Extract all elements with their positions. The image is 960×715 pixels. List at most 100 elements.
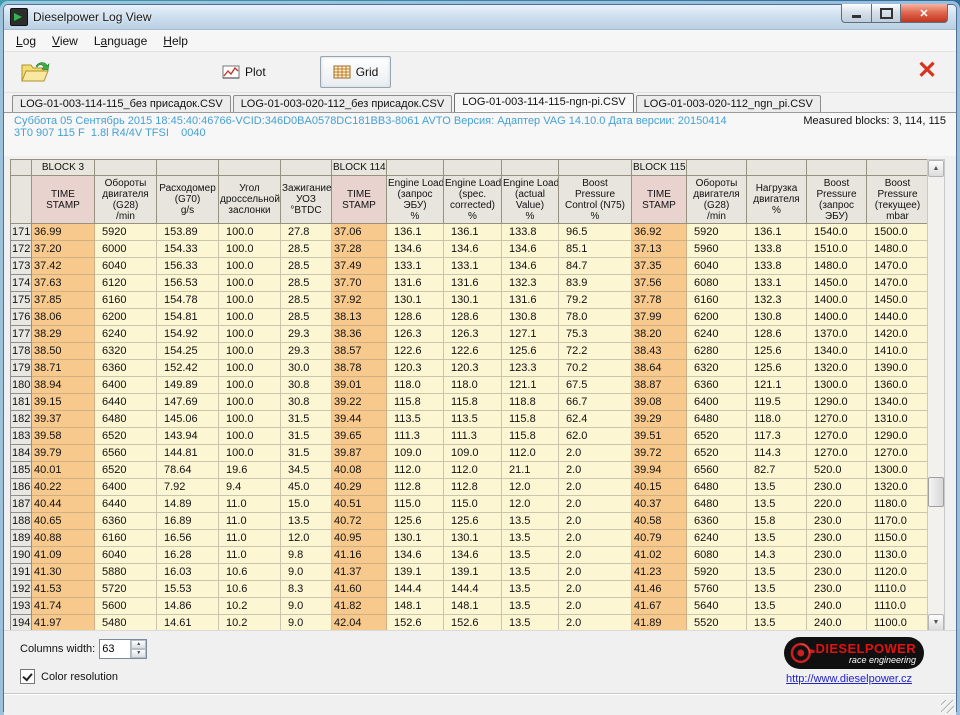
grid-cell[interactable]: 41.09 — [31, 546, 95, 564]
grid-cell[interactable]: 115.0 — [386, 495, 444, 513]
grid-cell[interactable]: 5760 — [686, 580, 747, 598]
row-number[interactable]: 184 — [10, 444, 32, 462]
grid-cell[interactable]: 6200 — [686, 308, 747, 326]
row-number[interactable]: 193 — [10, 597, 32, 615]
grid-cell[interactable]: 38.13 — [331, 308, 387, 326]
grid-cell[interactable]: 134.6 — [501, 240, 559, 258]
grid-cell[interactable]: 39.58 — [31, 427, 95, 445]
grid-cell[interactable]: 520.0 — [806, 461, 867, 479]
grid-cell[interactable]: 1360.0 — [866, 376, 928, 394]
grid-cell[interactable]: 147.69 — [156, 393, 219, 411]
grid-cell[interactable]: 100.0 — [218, 342, 281, 360]
grid-cell[interactable]: 143.94 — [156, 427, 219, 445]
grid-cell[interactable]: 28.5 — [280, 274, 332, 292]
grid-cell[interactable]: 37.13 — [631, 240, 687, 258]
grid-cell[interactable]: 6360 — [94, 359, 157, 377]
grid-cell[interactable]: 14.89 — [156, 495, 219, 513]
grid-cell[interactable]: 100.0 — [218, 410, 281, 428]
dieselpower-link[interactable]: http://www.dieselpower.cz — [786, 673, 912, 685]
grid-cell[interactable]: 13.5 — [746, 563, 807, 581]
grid-cell[interactable]: 30.0 — [280, 359, 332, 377]
grid-cell[interactable]: 1270.0 — [806, 444, 867, 462]
grid-cell[interactable]: 12.0 — [280, 529, 332, 547]
grid-cell[interactable]: 37.35 — [631, 257, 687, 275]
scrollbar-track[interactable] — [928, 177, 945, 614]
grid-cell[interactable]: 11.0 — [218, 495, 281, 513]
grid-cell[interactable]: 39.22 — [331, 393, 387, 411]
grid-cell[interactable]: 37.42 — [31, 257, 95, 275]
grid-cell[interactable]: 13.5 — [501, 529, 559, 547]
grid-cell[interactable]: 152.42 — [156, 359, 219, 377]
grid-cell[interactable]: 154.33 — [156, 240, 219, 258]
grid-cell[interactable]: 230.0 — [806, 580, 867, 598]
grid-cell[interactable]: 109.0 — [386, 444, 444, 462]
grid-cell[interactable]: 37.78 — [631, 291, 687, 309]
grid-cell[interactable]: 109.0 — [443, 444, 502, 462]
grid-cell[interactable]: 1410.0 — [866, 342, 928, 360]
grid-cell[interactable]: 6160 — [94, 529, 157, 547]
grid-cell[interactable]: 1400.0 — [806, 308, 867, 326]
grid-cell[interactable]: 79.2 — [558, 291, 632, 309]
grid-cell[interactable]: 11.0 — [218, 529, 281, 547]
grid-cell[interactable]: 38.64 — [631, 359, 687, 377]
grid-cell[interactable]: 118.8 — [501, 393, 559, 411]
grid-cell[interactable]: 1450.0 — [866, 291, 928, 309]
grid-cell[interactable]: 6240 — [94, 325, 157, 343]
grid-cell[interactable]: 41.82 — [331, 597, 387, 615]
grid-cell[interactable]: 70.2 — [558, 359, 632, 377]
grid-cell[interactable]: 1390.0 — [866, 359, 928, 377]
grid-cell[interactable]: 40.08 — [331, 461, 387, 479]
grid-cell[interactable]: 230.0 — [806, 512, 867, 530]
grid-cell[interactable]: 45.0 — [280, 478, 332, 496]
grid-cell[interactable]: 27.8 — [280, 223, 332, 241]
grid-cell[interactable]: 19.6 — [218, 461, 281, 479]
grid-cell[interactable]: 14.3 — [746, 546, 807, 564]
grid-cell[interactable]: 38.43 — [631, 342, 687, 360]
grid-cell[interactable]: 1480.0 — [806, 257, 867, 275]
grid-cell[interactable]: 1120.0 — [866, 563, 928, 581]
grid-cell[interactable]: 6520 — [94, 427, 157, 445]
grid-cell[interactable]: 16.03 — [156, 563, 219, 581]
grid-cell[interactable]: 6000 — [94, 240, 157, 258]
grid-cell[interactable]: 1180.0 — [866, 495, 928, 513]
grid-cell[interactable]: 7.92 — [156, 478, 219, 496]
grid-cell[interactable]: 1270.0 — [806, 427, 867, 445]
grid-cell[interactable]: 128.6 — [443, 308, 502, 326]
grid-cell[interactable]: 16.28 — [156, 546, 219, 564]
row-number[interactable]: 180 — [10, 376, 32, 394]
grid-cell[interactable]: 1130.0 — [866, 546, 928, 564]
grid-cell[interactable]: 130.1 — [443, 529, 502, 547]
grid-cell[interactable]: 6040 — [94, 257, 157, 275]
row-number[interactable]: 176 — [10, 308, 32, 326]
grid-cell[interactable]: 139.1 — [386, 563, 444, 581]
grid-cell[interactable]: 133.8 — [746, 240, 807, 258]
grid-cell[interactable]: 220.0 — [806, 495, 867, 513]
grid-cell[interactable]: 100.0 — [218, 257, 281, 275]
grid-cell[interactable]: 139.1 — [443, 563, 502, 581]
grid-cell[interactable]: 131.6 — [386, 274, 444, 292]
spin-down-button[interactable]: ▼ — [131, 649, 147, 658]
grid-cell[interactable]: 31.5 — [280, 427, 332, 445]
grid-cell[interactable]: 37.20 — [31, 240, 95, 258]
grid-cell[interactable]: 145.06 — [156, 410, 219, 428]
grid-cell[interactable]: 31.5 — [280, 444, 332, 462]
grid-cell[interactable]: 1470.0 — [866, 274, 928, 292]
grid-cell[interactable]: 5520 — [686, 614, 747, 630]
grid-cell[interactable]: 9.0 — [280, 614, 332, 630]
grid-cell[interactable]: 120.3 — [443, 359, 502, 377]
row-number[interactable]: 171 — [10, 223, 32, 241]
grid-cell[interactable]: 39.01 — [331, 376, 387, 394]
grid-cell[interactable]: 37.92 — [331, 291, 387, 309]
grid-cell[interactable]: 13.5 — [746, 614, 807, 630]
grid-cell[interactable]: 37.63 — [31, 274, 95, 292]
scroll-down-button[interactable]: ▼ — [928, 614, 944, 631]
grid-cell[interactable]: 39.65 — [331, 427, 387, 445]
grid-cell[interactable]: 40.51 — [331, 495, 387, 513]
grid-cell[interactable]: 41.53 — [31, 580, 95, 598]
grid-cell[interactable]: 38.20 — [631, 325, 687, 343]
grid-cell[interactable]: 100.0 — [218, 427, 281, 445]
grid-cell[interactable]: 112.8 — [386, 478, 444, 496]
grid-cell[interactable]: 2.0 — [558, 597, 632, 615]
grid-cell[interactable]: 1340.0 — [866, 393, 928, 411]
grid-cell[interactable]: 133.1 — [443, 257, 502, 275]
